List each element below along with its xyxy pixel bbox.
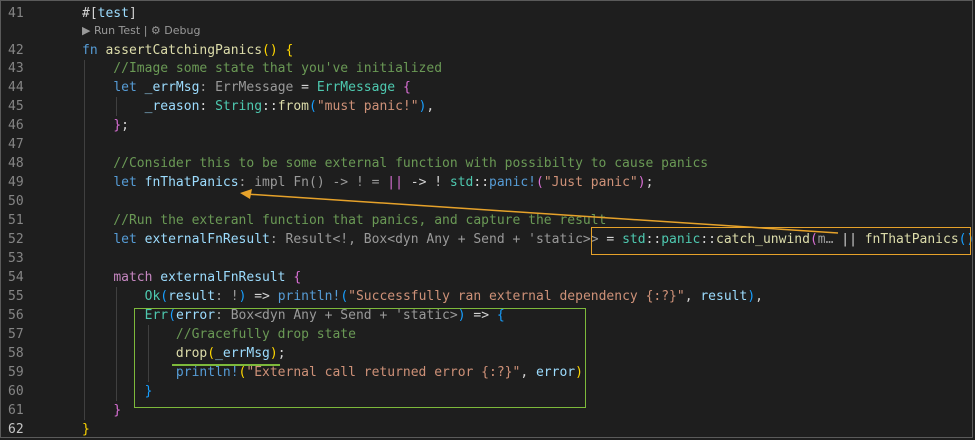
annotation-arrow	[240, 189, 839, 234]
arrow-line	[245, 193, 839, 234]
arrow-head	[240, 189, 252, 199]
